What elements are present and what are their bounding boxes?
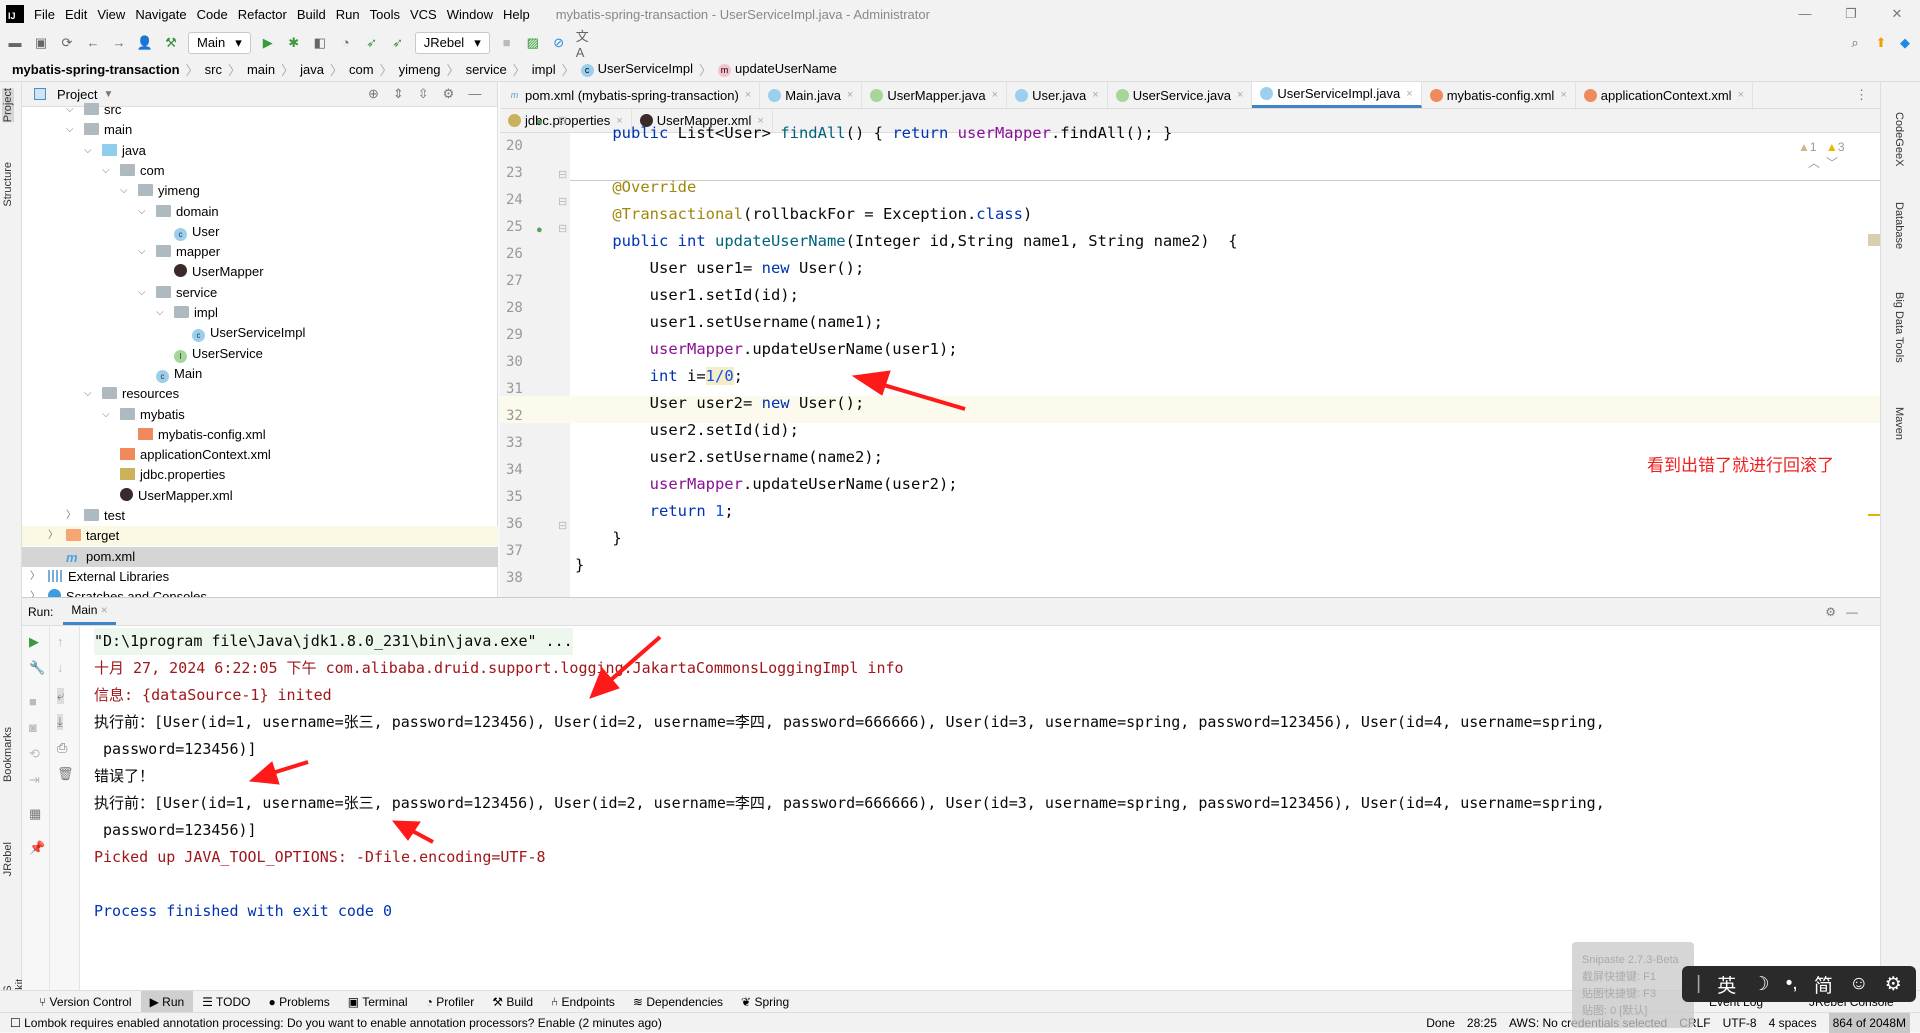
ime-button[interactable]: 英 bbox=[1717, 971, 1736, 998]
problems-icon: ● bbox=[268, 994, 280, 1009]
red-arrows-overlay bbox=[248, 370, 966, 844]
terminal-icon: ▣ bbox=[347, 994, 363, 1009]
tool-window-version-control[interactable]: ⑂ Version Control bbox=[30, 991, 141, 1013]
tool-window-label: Dependencies bbox=[646, 994, 724, 1009]
arrow-head bbox=[391, 820, 421, 841]
spring-icon: ❦ bbox=[741, 994, 755, 1009]
tool-window-dependencies[interactable]: ≋ Dependencies bbox=[624, 991, 732, 1013]
ime-separator: | bbox=[1696, 973, 1702, 994]
tool-window-label: Build bbox=[506, 994, 533, 1009]
status-item[interactable]: 28:25 bbox=[1467, 1013, 1497, 1033]
endpoints-icon: ⑃ bbox=[551, 994, 562, 1009]
snipaste-line: 截屏快捷键: F1 bbox=[1582, 971, 1656, 983]
snipaste-line: Snipaste 2.7.3-Beta bbox=[1582, 954, 1679, 966]
ime-button[interactable]: ⚙ bbox=[1885, 973, 1902, 996]
notification-icon[interactable]: ☐ bbox=[10, 1016, 21, 1030]
tool-window-label: Terminal bbox=[362, 994, 408, 1009]
tool-window-label: Run bbox=[162, 994, 185, 1009]
tool-window-spring[interactable]: ❦ Spring bbox=[732, 991, 798, 1013]
tool-window-problems[interactable]: ● Problems bbox=[260, 991, 339, 1013]
build-icon: ⚒ bbox=[492, 994, 507, 1009]
tool-window-run[interactable]: ▶ Run bbox=[140, 990, 194, 1013]
tool-window-terminal[interactable]: ▣ Terminal bbox=[339, 991, 417, 1013]
tool-window-label: Profiler bbox=[436, 994, 475, 1009]
dependencies-icon: ≋ bbox=[632, 994, 647, 1009]
todo-icon: ☰ bbox=[202, 994, 217, 1009]
ime-toolbar: | 英 ☽ •, 简 ☺ ⚙ bbox=[1682, 966, 1916, 1002]
snipaste-line: 贴图: 0 [默认] bbox=[1582, 1005, 1648, 1017]
tool-window-build[interactable]: ⚒ Build bbox=[483, 991, 542, 1013]
snipaste-tooltip: Snipaste 2.7.3-Beta 截屏快捷键: F1 贴图快捷键: F3 贴图:… bbox=[1572, 942, 1694, 1028]
status-item[interactable]: Done bbox=[1426, 1013, 1455, 1033]
arrow-head bbox=[851, 370, 891, 396]
tool-window-label: TODO bbox=[216, 994, 251, 1009]
arrow-head bbox=[248, 761, 280, 785]
ime-button[interactable]: •, bbox=[1786, 973, 1798, 995]
tool-window-label: Problems bbox=[279, 994, 330, 1009]
ime-button[interactable]: ☽ bbox=[1753, 973, 1770, 996]
tool-window-label: Endpoints bbox=[561, 994, 615, 1009]
version-control-icon: ⑂ bbox=[39, 994, 50, 1009]
tool-window-endpoints[interactable]: ⑃ Endpoints bbox=[542, 991, 624, 1013]
ime-button[interactable]: 简 bbox=[1814, 971, 1833, 998]
status-item[interactable]: 864 of 2048M bbox=[1828, 1013, 1910, 1033]
profiler-icon: ◔ bbox=[425, 994, 437, 1009]
tool-window-label: Spring bbox=[754, 994, 790, 1009]
status-item[interactable]: UTF-8 bbox=[1723, 1013, 1757, 1033]
tool-window-profiler[interactable]: ◔ Profiler bbox=[417, 991, 484, 1013]
snipaste-line: 贴图快捷键: F3 bbox=[1582, 988, 1656, 1000]
tool-window-label: Version Control bbox=[49, 994, 132, 1009]
status-item[interactable]: 4 spaces bbox=[1769, 1013, 1817, 1033]
arrow-head bbox=[589, 667, 620, 699]
tool-window-todo[interactable]: ☰ TODO bbox=[193, 991, 259, 1013]
ime-button[interactable]: ☺ bbox=[1849, 973, 1868, 995]
arrow bbox=[603, 635, 662, 687]
status-message[interactable]: Lombok requires enabled annotation proce… bbox=[24, 1016, 662, 1030]
run-icon: ▶ bbox=[149, 994, 163, 1009]
